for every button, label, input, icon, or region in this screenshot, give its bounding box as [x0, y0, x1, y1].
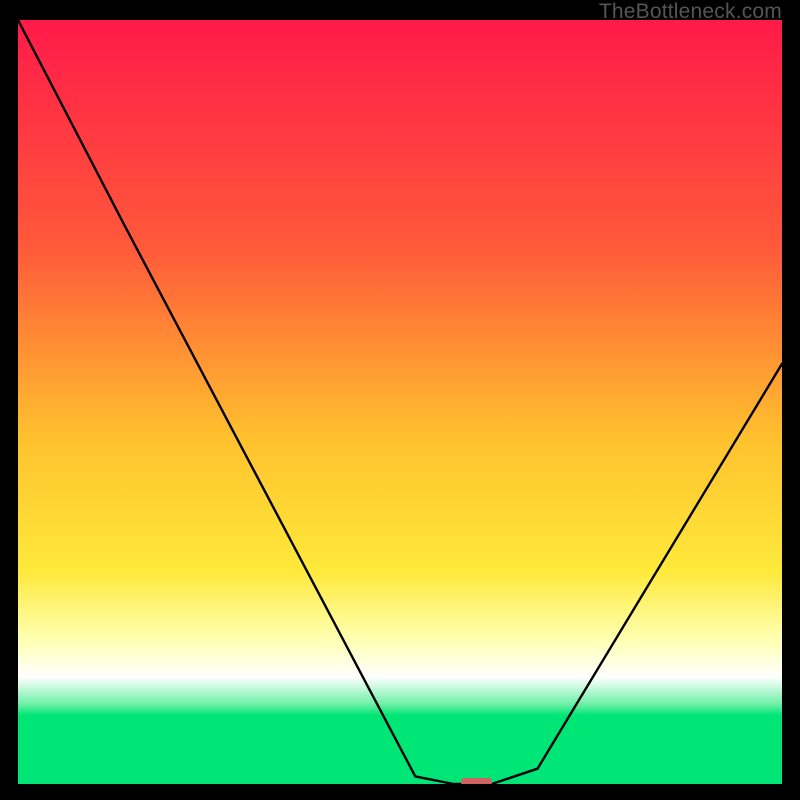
- chart-svg: [18, 20, 782, 784]
- plot-area: [18, 20, 782, 784]
- optimal-marker: [461, 778, 492, 784]
- chart-frame: TheBottleneck.com: [0, 0, 800, 800]
- bottleneck-curve: [18, 20, 782, 784]
